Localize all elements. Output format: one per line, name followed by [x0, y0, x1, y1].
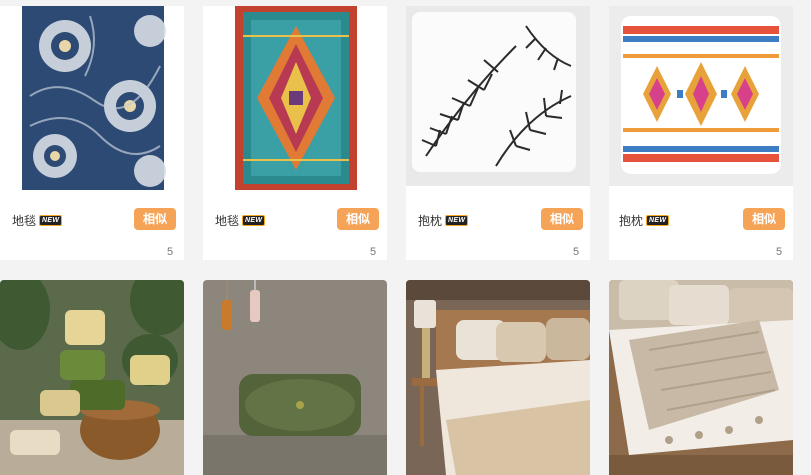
product-name-label: 地毯: [215, 214, 240, 228]
photo-card[interactable]: [0, 280, 184, 475]
product-name-label: 抱枕: [418, 214, 443, 228]
product-name: 地毯 NEW: [12, 212, 63, 229]
bed-with-knit-throw-photo: [609, 280, 793, 475]
product-image[interactable]: [203, 6, 387, 192]
similar-button[interactable]: 相似: [743, 208, 785, 230]
product-name: 地毯 NEW: [215, 212, 266, 229]
new-badge: NEW: [39, 215, 63, 226]
item-count: 5: [776, 246, 783, 258]
product-card[interactable]: 抱枕 NEW 相似 5: [609, 6, 793, 260]
product-image[interactable]: [0, 6, 184, 192]
palm-leaf-pillow-image: [406, 6, 590, 186]
product-name: 抱枕 NEW: [619, 212, 670, 229]
product-image[interactable]: [406, 6, 590, 186]
green-velvet-cushion-photo: [203, 280, 387, 475]
product-card[interactable]: 地毯 NEW 相似 5: [0, 6, 184, 260]
pillows-in-basket-photo: [0, 280, 184, 475]
photo-card[interactable]: [609, 280, 793, 475]
product-image[interactable]: [609, 6, 793, 186]
item-count: 5: [370, 246, 377, 258]
product-name-label: 地毯: [12, 214, 37, 228]
product-card[interactable]: 抱枕 NEW 相似 5: [406, 6, 590, 260]
geometric-pattern-pillow-image: [609, 6, 793, 186]
product-name-label: 抱枕: [619, 214, 644, 228]
new-badge: NEW: [445, 215, 469, 226]
similar-button[interactable]: 相似: [134, 208, 176, 230]
new-badge: NEW: [646, 215, 670, 226]
item-count: 5: [573, 246, 580, 258]
item-count: 5: [167, 246, 174, 258]
new-badge: NEW: [242, 215, 266, 226]
similar-button[interactable]: 相似: [541, 208, 583, 230]
product-card[interactable]: 地毯 NEW 相似 5: [203, 6, 387, 260]
photo-card[interactable]: [406, 280, 590, 475]
photo-card[interactable]: [203, 280, 387, 475]
product-name: 抱枕 NEW: [418, 212, 469, 229]
beige-bed-with-lamp-photo: [406, 280, 590, 475]
similar-button[interactable]: 相似: [337, 208, 379, 230]
colorful-medallion-rug-image: [203, 6, 387, 192]
blue-floral-rug-image: [0, 6, 184, 192]
